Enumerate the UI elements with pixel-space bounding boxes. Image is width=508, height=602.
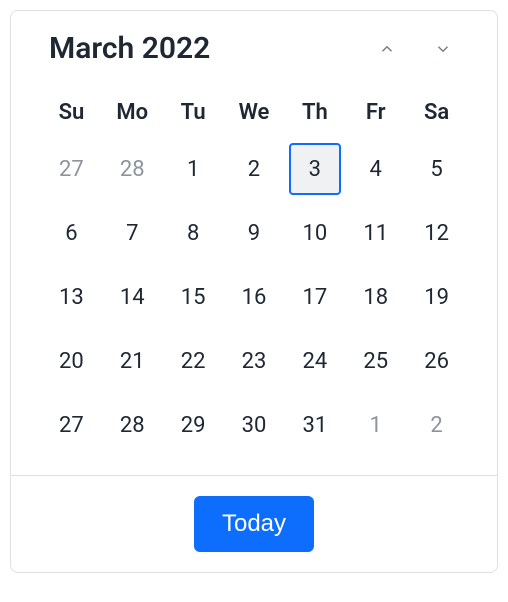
day-cell[interactable]: 1 [345,399,406,451]
day-cell[interactable]: 23 [224,335,285,387]
day-cell[interactable]: 28 [102,399,163,451]
day-cell[interactable]: 1 [163,143,224,195]
weekday-label: Sa [406,90,467,135]
day-cell[interactable]: 7 [102,207,163,259]
chevron-up-icon [378,40,396,58]
day-cell[interactable]: 15 [163,271,224,323]
day-cell[interactable]: 25 [345,335,406,387]
today-button[interactable]: Today [194,496,314,552]
weekday-label: Tu [163,90,224,135]
day-cell[interactable]: 24 [284,335,345,387]
day-cell[interactable]: 28 [102,143,163,195]
weekday-label: Fr [345,90,406,135]
day-cell[interactable]: 20 [41,335,102,387]
day-cell[interactable]: 27 [41,143,102,195]
day-cell[interactable]: 30 [224,399,285,451]
month-title[interactable]: March 2022 [49,31,210,66]
day-cell[interactable]: 11 [345,207,406,259]
days-grid: 2728123456789101112131415161718192021222… [41,143,467,451]
day-cell[interactable]: 17 [284,271,345,323]
day-cell[interactable]: 27 [41,399,102,451]
weekday-row: Su Mo Tu We Th Fr Sa [41,90,467,135]
day-cell[interactable]: 16 [224,271,285,323]
day-cell[interactable]: 10 [284,207,345,259]
calendar-footer: Today [11,475,497,572]
day-cell[interactable]: 14 [102,271,163,323]
day-cell[interactable]: 13 [41,271,102,323]
day-cell[interactable]: 9 [224,207,285,259]
day-cell[interactable]: 19 [406,271,467,323]
day-cell[interactable]: 22 [163,335,224,387]
day-cell[interactable]: 2 [406,399,467,451]
weekday-label: Mo [102,90,163,135]
nav-buttons [371,33,459,65]
day-cell[interactable]: 6 [41,207,102,259]
day-cell[interactable]: 31 [284,399,345,451]
day-cell[interactable]: 29 [163,399,224,451]
chevron-down-icon [434,40,452,58]
day-cell[interactable]: 4 [345,143,406,195]
prev-month-button[interactable] [371,33,403,65]
day-cell[interactable]: 26 [406,335,467,387]
day-cell[interactable]: 5 [406,143,467,195]
weekday-label: Su [41,90,102,135]
day-cell[interactable]: 21 [102,335,163,387]
weekday-label: Th [284,90,345,135]
day-cell[interactable]: 12 [406,207,467,259]
calendar: March 2022 Su Mo Tu We Th Fr Sa 27281234… [10,10,498,573]
day-cell[interactable]: 3 [289,143,341,195]
next-month-button[interactable] [427,33,459,65]
calendar-header: March 2022 [41,31,467,66]
day-cell[interactable]: 2 [224,143,285,195]
weekday-label: We [224,90,285,135]
calendar-body: March 2022 Su Mo Tu We Th Fr Sa 27281234… [11,11,497,475]
day-cell[interactable]: 18 [345,271,406,323]
day-cell[interactable]: 8 [163,207,224,259]
